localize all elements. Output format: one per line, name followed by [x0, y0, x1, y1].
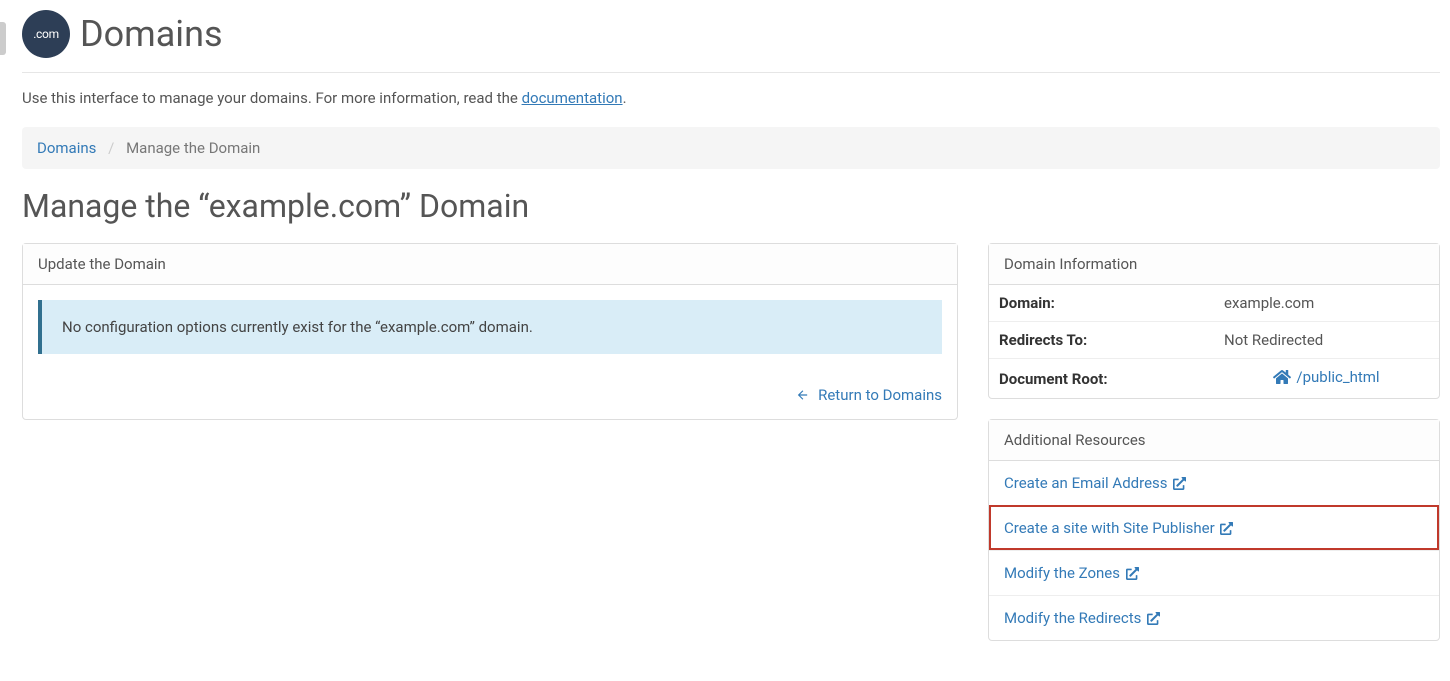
create-email-link[interactable]: Create an Email Address: [989, 461, 1439, 505]
domain-information-panel: Domain Information Domain: example.com R…: [988, 243, 1440, 399]
list-item: Create a site with Site Publisher: [989, 505, 1439, 550]
resources-list: Create an Email Address Create a site wi…: [989, 461, 1439, 640]
table-row: Redirects To: Not Redirected: [989, 322, 1439, 359]
intro-text: Use this interface to manage your domain…: [22, 89, 1440, 107]
external-link-icon: [1126, 567, 1139, 580]
intro-suffix: .: [623, 89, 627, 107]
documentation-link[interactable]: documentation: [522, 89, 623, 107]
external-link-icon: [1173, 477, 1186, 490]
domain-key: Domain:: [989, 285, 1214, 322]
page-subtitle: Manage the “example.com” Domain: [22, 187, 1440, 225]
list-item: Create an Email Address: [989, 461, 1439, 505]
list-item: Modify the Zones: [989, 550, 1439, 595]
return-label: Return to Domains: [818, 386, 942, 404]
docroot-key: Document Root:: [989, 359, 1214, 399]
modify-zones-label: Modify the Zones: [1004, 564, 1120, 582]
table-row: Domain: example.com: [989, 285, 1439, 322]
breadcrumb-current: Manage the Domain: [126, 139, 260, 157]
table-row: Document Root: /public_html: [989, 359, 1439, 399]
modify-redirects-link[interactable]: Modify the Redirects: [989, 596, 1439, 640]
info-alert-text: No configuration options currently exist…: [62, 318, 533, 336]
update-domain-panel: Update the Domain No configuration optio…: [22, 243, 958, 420]
create-email-label: Create an Email Address: [1004, 474, 1168, 492]
breadcrumb-separator: /: [100, 139, 122, 157]
page-title: Domains: [80, 13, 223, 55]
update-domain-heading: Update the Domain: [23, 244, 957, 285]
external-link-icon: [1147, 612, 1160, 625]
intro-prefix: Use this interface to manage your domain…: [22, 89, 522, 107]
domains-logo: .com: [22, 10, 70, 58]
domain-info-table: Domain: example.com Redirects To: Not Re…: [989, 285, 1439, 398]
left-edge-stub: [0, 22, 6, 55]
return-to-domains-link[interactable]: Return to Domains: [795, 386, 942, 404]
redirects-value: Not Redirected: [1214, 322, 1439, 359]
redirects-key: Redirects To:: [989, 322, 1214, 359]
docroot-value: /public_html: [1296, 368, 1379, 386]
page-header: .com Domains: [22, 10, 1440, 73]
create-site-publisher-link[interactable]: Create a site with Site Publisher: [989, 506, 1439, 550]
modify-redirects-label: Modify the Redirects: [1004, 609, 1141, 627]
additional-resources-panel: Additional Resources Create an Email Add…: [988, 419, 1440, 641]
home-icon: [1273, 369, 1291, 385]
list-item: Modify the Redirects: [989, 595, 1439, 640]
domain-information-heading: Domain Information: [989, 244, 1439, 285]
additional-resources-heading: Additional Resources: [989, 420, 1439, 461]
logo-text: .com: [29, 26, 63, 42]
create-site-publisher-label: Create a site with Site Publisher: [1004, 519, 1215, 537]
domain-value: example.com: [1214, 285, 1439, 322]
return-arrow-icon: [795, 388, 810, 402]
breadcrumb: Domains / Manage the Domain: [22, 127, 1440, 169]
breadcrumb-root-link[interactable]: Domains: [37, 139, 96, 157]
info-alert: No configuration options currently exist…: [38, 300, 942, 354]
external-link-icon: [1220, 522, 1233, 535]
document-root-link[interactable]: /public_html: [1273, 368, 1379, 386]
modify-zones-link[interactable]: Modify the Zones: [989, 551, 1439, 595]
